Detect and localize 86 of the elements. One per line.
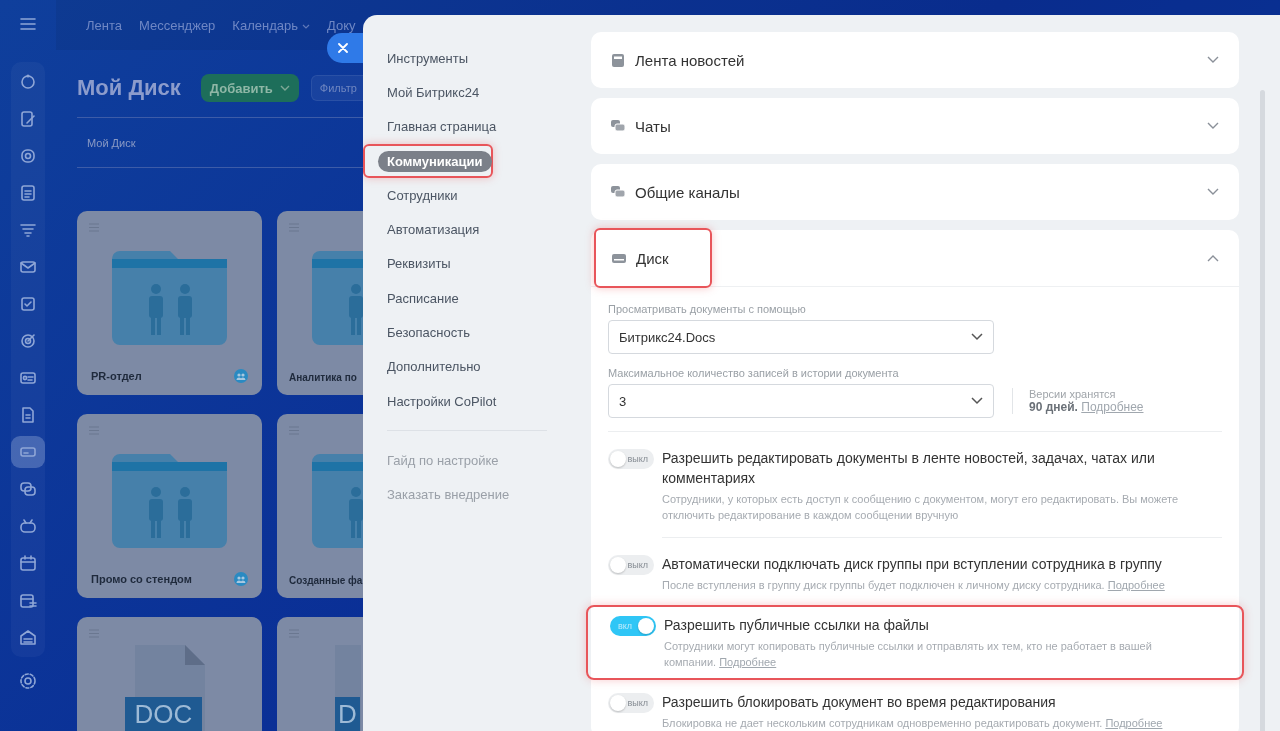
file-type-label: D [335, 697, 360, 731]
option-title: Автоматически подключать диск группы при вступлении сотрудника в группу [662, 555, 1163, 574]
settings-nav-item[interactable]: Коммуникации [378, 150, 492, 172]
file-card[interactable]: DOC [77, 617, 262, 731]
chevron-down-icon [971, 397, 983, 405]
option-title: Разрешить блокировать документ во время редактирования [662, 693, 1057, 712]
option-title: Разрешить публичные ссылки на файлы [664, 616, 930, 635]
chat-icon [611, 185, 625, 199]
breadcrumb[interactable]: Мой Диск [87, 136, 136, 149]
option-description: Сотрудники могут копировать публичные ссылки и отправлять их тем, кто не работает в вашей компании. Подробнее [664, 639, 1153, 670]
chevron-down-icon [971, 333, 983, 341]
settings-nav-link[interactable]: Гайд по настройке [387, 452, 499, 468]
nav-link[interactable]: Календарь [232, 17, 310, 33]
settings-nav-item[interactable]: Безопасность [387, 325, 470, 340]
expand-chevron-icon[interactable] [1207, 56, 1219, 64]
chat-icon[interactable] [18, 479, 38, 499]
more-link[interactable]: Подробнее [1105, 717, 1163, 729]
toggle-switch[interactable]: выкл [608, 555, 654, 575]
more-link[interactable]: Подробнее [1107, 579, 1165, 591]
nav-link[interactable]: Лента [86, 17, 122, 33]
caret-icon [279, 85, 290, 91]
toggle-switch[interactable]: выкл [608, 449, 654, 469]
expand-chevron-icon[interactable] [1207, 122, 1219, 130]
toggle-switch[interactable]: выкл [608, 693, 654, 713]
folder-icon [112, 249, 227, 345]
folder-icon [112, 452, 227, 548]
shared-icon [234, 572, 248, 586]
note-text: 90 дней. Подробнее [1029, 400, 1144, 414]
settings-icon[interactable] [18, 671, 38, 691]
more-link[interactable]: Подробнее [719, 656, 777, 668]
field-label: Просматривать документы с помощью [608, 303, 807, 315]
calendar-icon[interactable] [18, 553, 38, 573]
dropdown-field[interactable]: Битрикс24.Docs [608, 320, 994, 354]
file-card[interactable]: Аналитика по [277, 211, 363, 395]
settings-nav-item[interactable]: Автоматизация [387, 222, 480, 238]
document-icon[interactable] [18, 183, 38, 203]
file-name: Созданные фа [289, 575, 363, 586]
settings-nav-item[interactable]: Главная страница [387, 119, 497, 135]
edit-icon[interactable] [18, 109, 38, 129]
field-label: Максимальное количество записей в истории документа [608, 367, 900, 379]
checkbox-icon[interactable] [18, 294, 38, 314]
file-type-label: DOC [124, 697, 203, 731]
folder-icon [312, 249, 363, 345]
news-icon [611, 53, 625, 67]
settings-nav-item[interactable]: Дополнительно [387, 359, 481, 375]
caret-icon [301, 23, 310, 30]
file-name: PR-отдел [91, 370, 142, 382]
file-name: Аналитика по [289, 372, 357, 383]
dropdown-field[interactable]: 3 [608, 384, 994, 418]
file-card[interactable]: Созданные фа [277, 414, 363, 598]
close-icon [338, 43, 348, 53]
settings-nav-item[interactable]: Сотрудники [387, 187, 458, 203]
shared-icon [234, 369, 248, 383]
target-icon[interactable] [18, 331, 38, 351]
nav-link[interactable]: Доку [326, 17, 356, 33]
settings-nav-item[interactable]: Настройки CoPilot [387, 393, 497, 409]
drive-icon [612, 251, 626, 265]
chat-icon [611, 119, 625, 133]
scrollbar[interactable] [1260, 90, 1265, 731]
settings-nav-item[interactable]: Расписание [387, 290, 459, 306]
option-description: Сотрудники, у которых есть доступ к сообщению с документом, могут его редактировать. Вы можете отключить редактирование в каждом сообщении вручную [662, 492, 1179, 523]
add-button[interactable]: Добавить [200, 74, 299, 102]
more-link[interactable]: Подробнее [1081, 400, 1144, 414]
file-card[interactable]: PR-отдел [77, 211, 262, 395]
option-title: Разрешить редактировать документы в ленте новостей, задачах, чатах или комментариях [662, 449, 1156, 488]
settings-nav-item[interactable]: Реквизиты [387, 256, 451, 272]
settings-nav-item[interactable]: Инструменты [387, 50, 469, 66]
section-title[interactable]: Лента новостей [635, 51, 745, 69]
option-description: После вступления в группу диск группы будет подключен к личному диску сотрудника. Подробнее [662, 578, 1166, 593]
note-label: Версии хранятся [1029, 388, 1116, 400]
file-card[interactable]: D [277, 617, 363, 731]
file-card[interactable]: Промо со стендом [77, 414, 262, 598]
file-name: Промо со стендом [91, 573, 192, 585]
section-title[interactable]: Общие каналы [635, 183, 740, 201]
settings-nav-item[interactable]: Мой Битрикс24 [387, 84, 480, 100]
settings-nav-link[interactable]: Заказать внедрение [387, 487, 510, 503]
page-title: Мой Диск [77, 75, 181, 101]
nav-link[interactable]: Мессенджер [139, 17, 216, 33]
option-description: Блокировка не дает нескольким сотрудникам одновременно редактировать документ. Подробнее [662, 716, 1164, 731]
section-title[interactable]: Диск [636, 249, 669, 267]
folder-icon [312, 452, 363, 548]
garage-icon[interactable] [18, 627, 38, 647]
collapse-chevron-icon[interactable] [1207, 254, 1219, 262]
section-title[interactable]: Чаты [635, 117, 671, 135]
close-button[interactable] [327, 33, 363, 63]
expand-chevron-icon[interactable] [1207, 188, 1219, 196]
